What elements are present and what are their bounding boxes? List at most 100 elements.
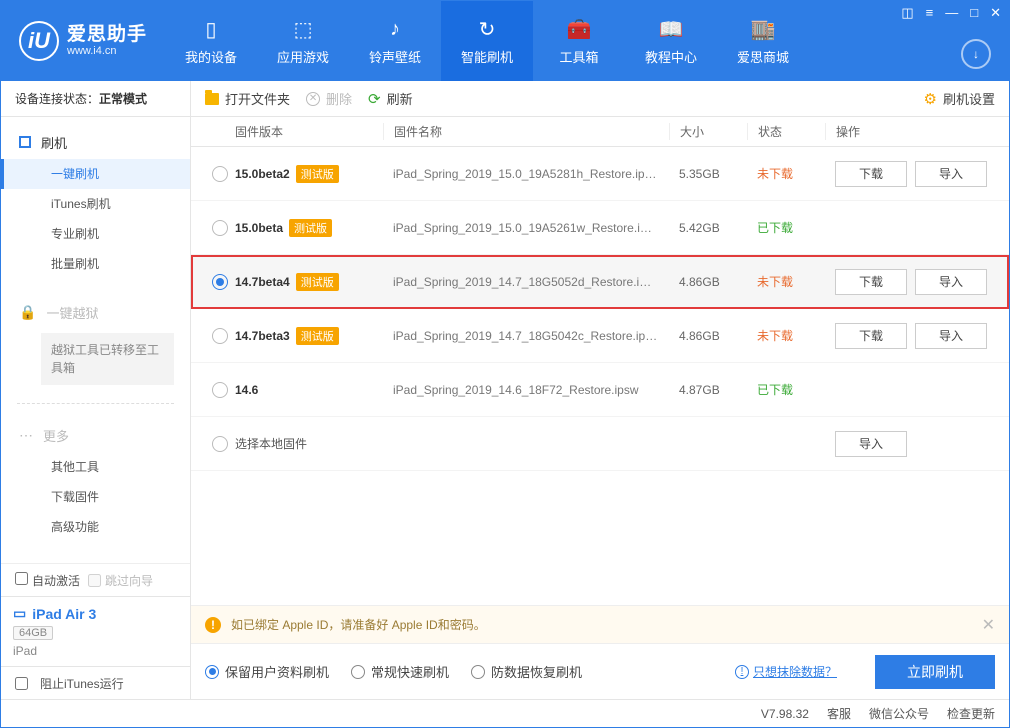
nav-label: 铃声壁纸 [369,47,421,66]
sidebar-item[interactable]: 其他工具 [1,452,190,482]
device-storage: 64GB [13,626,53,640]
local-firmware-row[interactable]: 选择本地固件 导入 [191,417,1009,471]
firmware-filename: iPad_Spring_2019_14.7_18G5052d_Restore.i… [383,275,669,289]
conn-value: 正常模式 [99,92,147,106]
download-button[interactable]: 下载 [835,323,907,349]
auto-activate-row: 自动激活 跳过向导 [1,564,190,596]
flash-option[interactable]: 常规快速刷机 [351,662,449,681]
firmware-row[interactable]: 15.0beta 测试版 iPad_Spring_2019_15.0_19A52… [191,201,1009,255]
flash-now-button[interactable]: 立即刷机 [875,655,995,689]
app-url: www.i4.cn [67,45,147,57]
wechat-link[interactable]: 微信公众号 [869,705,929,722]
nav-tab-book[interactable]: 📖教程中心 [625,1,717,81]
open-folder-button[interactable]: 打开文件夹 [205,89,290,108]
nav-label: 工具箱 [560,47,599,66]
sidebar-item[interactable]: iTunes刷机 [1,189,190,219]
download-button[interactable]: 下载 [835,161,907,187]
toolbox-icon: 🧰 [567,17,592,43]
option-label: 防数据恢复刷机 [491,662,582,681]
download-progress-icon[interactable]: ↓ [961,39,991,69]
auto-activate-checkbox[interactable]: 自动激活 [15,572,80,589]
sidebar-section-jailbreak: 🔒 一键越狱 [1,295,190,329]
skip-guide-checkbox[interactable]: 跳过向导 [88,572,153,589]
firmware-row[interactable]: 14.7beta4 测试版 iPad_Spring_2019_14.7_18G5… [191,255,1009,309]
radio-icon [205,665,219,679]
minimize-icon[interactable]: — [945,5,958,21]
sidebar-item[interactable]: 高级功能 [1,512,190,542]
close-icon[interactable]: ✕ [990,5,1001,21]
menu-icon[interactable]: ≡ [926,5,934,21]
row-radio[interactable] [205,328,235,344]
delete-button[interactable]: ✕删除 [306,89,352,108]
nav-tab-apps[interactable]: ⬚应用游戏 [257,1,349,81]
firmware-filename: iPad_Spring_2019_15.0_19A5261w_Restore.i… [383,221,669,235]
firmware-status: 未下载 [747,165,825,182]
firmware-row[interactable]: 15.0beta2 测试版 iPad_Spring_2019_15.0_19A5… [191,147,1009,201]
download-button[interactable]: 下载 [835,269,907,295]
section-label: 刷机 [41,133,67,152]
window-controls: ◫ ≡ — □ ✕ [901,5,1001,21]
import-button[interactable]: 导入 [835,431,907,457]
row-radio[interactable] [205,220,235,236]
beta-tag: 测试版 [289,219,332,237]
local-firmware-label: 选择本地固件 [235,435,383,452]
row-radio[interactable] [205,166,235,182]
flash-option[interactable]: 保留用户资料刷机 [205,662,329,681]
nav-label: 我的设备 [185,47,237,66]
nav-tabs: ▯我的设备⬚应用游戏♪铃声壁纸↻智能刷机 🧰 工具箱 📖教程中心🏬爱思商城 [165,1,1009,81]
book-icon: 📖 [659,17,684,43]
maximize-icon[interactable]: □ [970,5,978,21]
firmware-status: 未下载 [747,273,825,290]
block-itunes-row[interactable]: 阻止iTunes运行 [1,667,190,699]
device-info[interactable]: ▭iPad Air 3 64GB iPad [1,596,190,667]
warning-close-icon[interactable]: ✕ [982,615,995,635]
toolbar: 打开文件夹 ✕删除 ⟳刷新 ⚙刷机设置 [191,81,1009,117]
sidebar-item[interactable]: 专业刷机 [1,219,190,249]
nav-tab-phone[interactable]: ▯我的设备 [165,1,257,81]
col-size: 大小 [669,123,747,140]
sidebar-section-more[interactable]: ⋯ 更多 [1,418,190,452]
app-logo: iU 爱思助手 www.i4.cn [1,1,165,81]
firmware-filename: iPad_Spring_2019_14.7_18G5042c_Restore.i… [383,329,669,343]
import-button[interactable]: 导入 [915,323,987,349]
logo-icon: iU [19,21,59,61]
customer-service-link[interactable]: 客服 [827,705,851,722]
firmware-status: 未下载 [747,327,825,344]
sidebar-item[interactable]: 下载固件 [1,482,190,512]
section-label: 一键越狱 [46,303,98,322]
sidebar-item[interactable]: 批量刷机 [1,249,190,279]
firmware-row[interactable]: 14.7beta3 测试版 iPad_Spring_2019_14.7_18G5… [191,309,1009,363]
apps-icon: ⬚ [294,17,313,43]
app-version: V7.98.32 [761,707,809,721]
import-button[interactable]: 导入 [915,161,987,187]
radio-icon [351,665,365,679]
firmware-filename: iPad_Spring_2019_15.0_19A5281h_Restore.i… [383,167,669,181]
nav-label: 智能刷机 [461,47,513,66]
beta-tag: 测试版 [296,327,339,345]
flash-option[interactable]: 防数据恢复刷机 [471,662,582,681]
sidebar-item[interactable]: 一键刷机 [1,159,190,189]
erase-data-link[interactable]: !只想抹除数据？ [735,663,837,680]
nav-tab-refresh[interactable]: ↻智能刷机 [441,1,533,81]
check-update-link[interactable]: 检查更新 [947,705,995,722]
row-ops: 下载导入 [825,269,995,295]
nav-tab-toolbox[interactable]: 🧰 工具箱 [533,1,625,81]
sidebar: 设备连接状态：正常模式 刷机 一键刷机iTunes刷机专业刷机批量刷机 🔒 一键… [1,81,191,699]
device-type: iPad [13,644,37,658]
row-ops: 下载导入 [825,161,995,187]
block-itunes-checkbox[interactable] [15,677,28,690]
section-label: 更多 [43,426,69,445]
flash-settings-button[interactable]: ⚙刷机设置 [924,89,995,108]
row-radio[interactable] [205,436,235,452]
nav-tab-music[interactable]: ♪铃声壁纸 [349,1,441,81]
refresh-button[interactable]: ⟳刷新 [368,89,413,108]
option-label: 常规快速刷机 [371,662,449,681]
firmware-row[interactable]: 14.6 iPad_Spring_2019_14.6_18F72_Restore… [191,363,1009,417]
row-radio[interactable] [205,274,235,290]
shirt-icon[interactable]: ◫ [901,5,913,21]
sidebar-section-flash[interactable]: 刷机 [1,125,190,159]
import-button[interactable]: 导入 [915,269,987,295]
nav-tab-store[interactable]: 🏬爱思商城 [717,1,809,81]
row-radio[interactable] [205,382,235,398]
firmware-version: 14.7beta3 测试版 [235,327,383,345]
